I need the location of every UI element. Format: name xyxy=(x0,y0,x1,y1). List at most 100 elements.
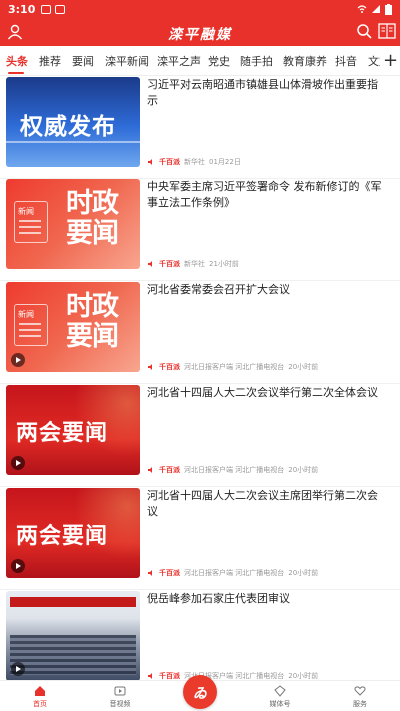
news-headline: 河北省委常委会召开扩大会议 xyxy=(147,283,290,296)
tab-snapshot[interactable]: 随手拍 xyxy=(240,53,273,69)
news-time: 20小时前 xyxy=(288,466,319,474)
tab-douyin[interactable]: 抖音 xyxy=(335,53,357,69)
news-thumbnail xyxy=(6,591,140,680)
meeting-audience xyxy=(10,635,136,675)
tab-education[interactable]: 教育康养 xyxy=(283,53,327,69)
source-badge: 千百派 xyxy=(159,672,180,680)
news-thumbnail: 新闻 时政要闻 xyxy=(6,282,140,372)
news-thumbnail: 两会要闻 xyxy=(6,488,140,578)
thumbnail-caption: 时政要闻 xyxy=(66,188,119,249)
app-header: 滦平融媒 xyxy=(0,18,400,46)
news-meta: 千百派 河北日报客户端 河北广播电视台 20小时前 xyxy=(147,568,318,578)
news-time: 20小时前 xyxy=(288,363,319,371)
tab-news[interactable]: 要闻 xyxy=(72,53,94,69)
speaker-icon[interactable] xyxy=(147,672,155,680)
play-icon[interactable] xyxy=(11,559,25,573)
news-item[interactable]: 新闻 时政要闻 中央军委主席习近平签署命令 发布新修订的《军事立法工作条例》 千… xyxy=(0,179,400,281)
document-label: 新闻 xyxy=(18,310,34,319)
news-time: 21小时前 xyxy=(209,260,239,268)
home-icon xyxy=(35,686,45,696)
notification-icon xyxy=(41,4,52,14)
nav-service-label: 服务 xyxy=(353,700,367,708)
news-meta: 千百派 新华社 01月22日 xyxy=(147,157,241,167)
speaker-icon[interactable] xyxy=(147,569,155,577)
news-thumbnail: 新闻 时政要闻 xyxy=(6,179,140,269)
news-time: 20小时前 xyxy=(288,569,319,577)
battery-icon xyxy=(385,3,392,15)
thumbnail-caption: 时政要闻 xyxy=(66,291,119,352)
meeting-banner xyxy=(10,597,136,607)
category-tabs: 头条 推荐 要闻 滦平新闻 滦平之声 党史 随手拍 教育康养 抖音 文旅 + xyxy=(0,46,400,76)
nav-video[interactable]: 音视频 xyxy=(90,685,150,709)
source-badge: 千百派 xyxy=(159,569,180,577)
news-source: 河北日报客户端 河北广播电视台 xyxy=(184,363,285,371)
news-time: 20小时前 xyxy=(288,672,319,680)
tab-headlines[interactable]: 头条 xyxy=(6,53,28,69)
news-headline: 中央军委主席习近平签署命令 发布新修订的《军事立法工作条例》 xyxy=(147,180,382,209)
source-badge: 千百派 xyxy=(159,363,180,371)
search-icon[interactable] xyxy=(356,23,372,39)
news-headline: 河北省十四届人大二次会议举行第二次全体会议 xyxy=(147,386,378,399)
news-item[interactable]: 倪岳峰参加石家庄代表团审议 千百派 河北日报客户端 河北广播电视台 20小时前 xyxy=(0,591,400,680)
thumbnail-divider xyxy=(6,141,140,143)
source-badge: 千百派 xyxy=(159,260,180,268)
document-label: 新闻 xyxy=(18,207,34,216)
status-time: 3:10 xyxy=(8,2,36,16)
news-item[interactable]: 新闻 时政要闻 河北省委常委会召开扩大会议 千百派 河北日报客户端 河北广播电视… xyxy=(0,282,400,384)
service-heart-icon xyxy=(354,686,366,696)
play-icon[interactable] xyxy=(11,662,25,676)
document-icon: 新闻 xyxy=(14,201,48,243)
nav-service[interactable]: 服务 xyxy=(330,685,390,709)
nav-home-label: 首页 xyxy=(33,700,47,708)
play-icon[interactable] xyxy=(11,353,25,367)
speaker-icon[interactable] xyxy=(147,363,155,371)
add-channel-icon[interactable]: + xyxy=(383,50,398,71)
e-paper-icon[interactable] xyxy=(378,23,396,39)
news-meta: 千百派 新华社 21小时前 xyxy=(147,259,239,269)
center-logo-button[interactable]: ゐ xyxy=(183,675,217,709)
wifi-icon xyxy=(357,5,367,13)
news-thumbnail: 两会要闻 xyxy=(6,385,140,475)
news-thumbnail: 权威发布 xyxy=(6,77,140,167)
news-item[interactable]: 两会要闻 河北省十四届人大二次会议举行第二次全体会议 千百派 河北日报客户端 河… xyxy=(0,385,400,487)
source-badge: 千百派 xyxy=(159,158,180,166)
center-logo-icon: ゐ xyxy=(193,686,207,702)
news-headline: 倪岳峰参加石家庄代表团审议 xyxy=(147,592,290,605)
news-source: 河北日报客户端 河北广播电视台 xyxy=(184,466,285,474)
play-icon[interactable] xyxy=(11,456,25,470)
tab-party-history[interactable]: 党史 xyxy=(208,53,230,69)
news-meta: 千百派 河北日报客户端 河北广播电视台 20小时前 xyxy=(147,362,318,372)
nav-home[interactable]: 首页 xyxy=(10,685,70,709)
news-headline: 河北省十四届人大二次会议主席团举行第二次会议 xyxy=(147,489,378,518)
nav-video-label: 音视频 xyxy=(109,700,131,708)
thumbnail-caption: 两会要闻 xyxy=(16,523,109,549)
news-meta: 千百派 河北日报客户端 河北广播电视台 20小时前 xyxy=(147,671,318,680)
app-title: 滦平融媒 xyxy=(168,27,232,43)
news-headline: 习近平对云南昭通市镇雄县山体滑坡作出重要指示 xyxy=(147,78,378,107)
media-diamond-icon xyxy=(274,685,286,697)
bottom-navigation: 首页 音视频 ゐ 媒体号 服务 xyxy=(0,675,400,711)
thumbnail-caption: 权威发布 xyxy=(20,114,116,140)
active-tab-indicator xyxy=(8,72,24,74)
news-meta: 千百派 河北日报客户端 河北广播电视台 20小时前 xyxy=(147,465,318,475)
speaker-icon[interactable] xyxy=(147,158,155,166)
nav-media-label: 媒体号 xyxy=(269,700,291,708)
tab-recommended[interactable]: 推荐 xyxy=(39,53,61,69)
app-notification-icon xyxy=(55,4,66,14)
news-source: 新华社 xyxy=(184,260,205,268)
news-time: 01月22日 xyxy=(209,158,241,166)
news-item[interactable]: 权威发布 习近平对云南昭通市镇雄县山体滑坡作出重要指示 千百派 新华社 01月2… xyxy=(0,77,400,179)
tab-luanping-voice[interactable]: 滦平之声 xyxy=(157,53,201,69)
speaker-icon[interactable] xyxy=(147,260,155,268)
speaker-icon[interactable] xyxy=(147,466,155,474)
tab-luanping-news[interactable]: 滦平新闻 xyxy=(105,53,149,69)
tab-culture-tourism[interactable]: 文旅 xyxy=(368,53,380,69)
news-item[interactable]: 两会要闻 河北省十四届人大二次会议主席团举行第二次会议 千百派 河北日报客户端 … xyxy=(0,488,400,590)
tabs-track: 头条 推荐 要闻 滦平新闻 滦平之声 党史 随手拍 教育康养 抖音 文旅 xyxy=(0,46,380,76)
status-bar: 3:10 xyxy=(0,0,400,18)
thumbnail-caption: 两会要闻 xyxy=(16,420,109,446)
news-source: 新华社 xyxy=(184,158,205,166)
document-icon: 新闻 xyxy=(14,304,48,346)
nav-media[interactable]: 媒体号 xyxy=(250,685,310,709)
news-source: 河北日报客户端 河北广播电视台 xyxy=(184,569,285,577)
